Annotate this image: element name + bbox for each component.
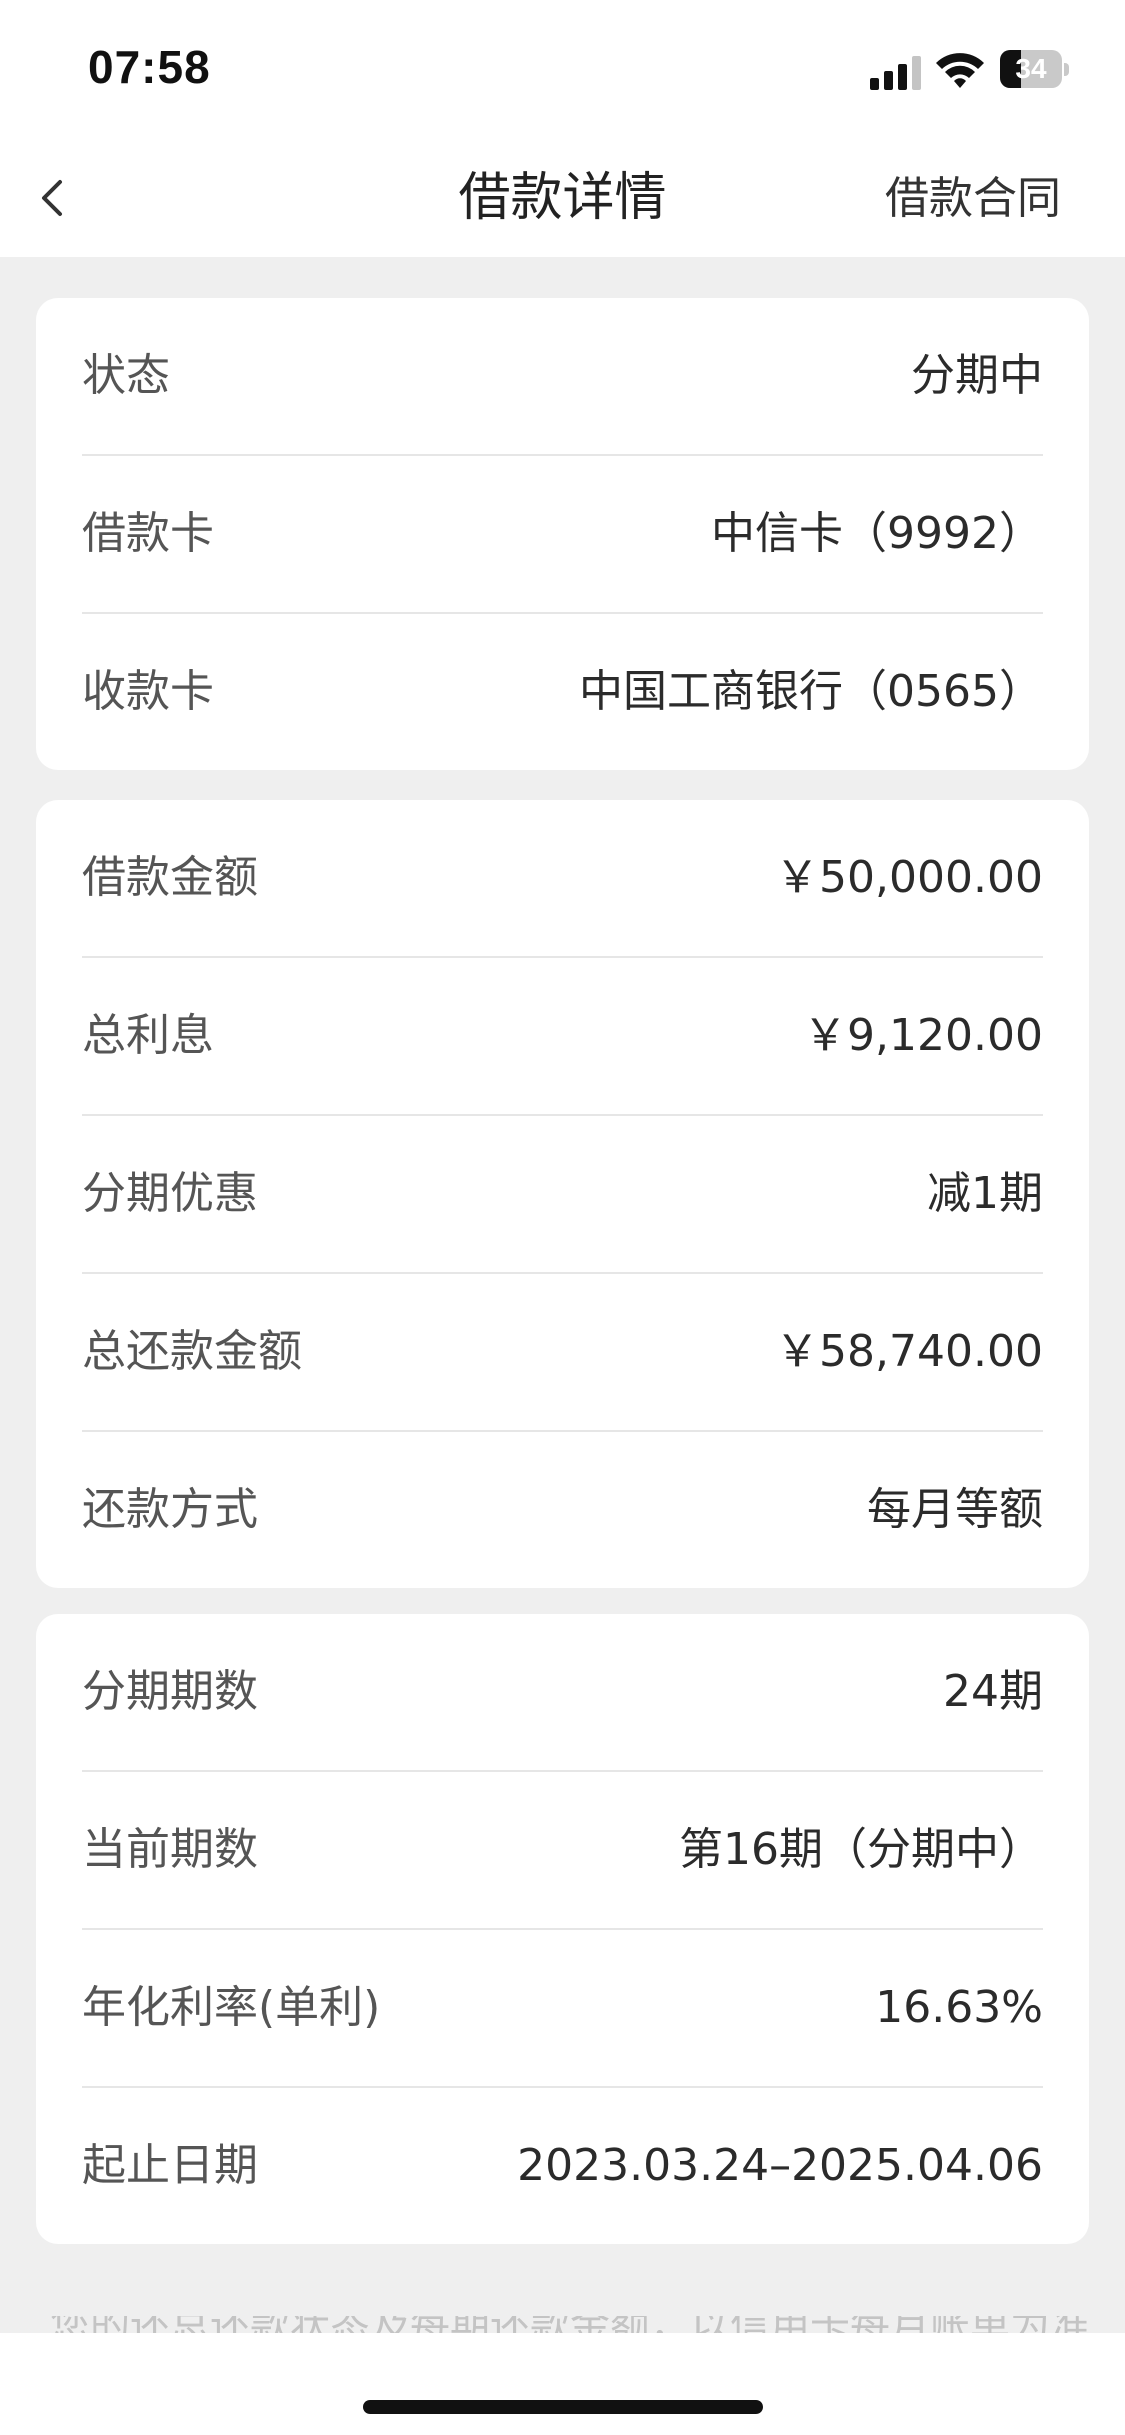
info-row-installment-discount: 分期优惠 减1期 xyxy=(82,1116,1043,1274)
info-row-loan-amount: 借款金额 ￥50,000.00 xyxy=(82,800,1043,958)
row-value: 减1期 xyxy=(927,1168,1043,1219)
row-value: ￥58,740.00 xyxy=(775,1326,1043,1377)
row-value: 中信卡（9992） xyxy=(711,508,1043,559)
cellular-signal-icon xyxy=(870,56,921,90)
navigation-bar: 借款详情 借款合同 xyxy=(0,140,1125,257)
home-indicator[interactable] xyxy=(363,2400,763,2414)
card-installment-terms: 分期期数 24期 当前期数 第16期（分期中） 年化利率(单利) 16.63% … xyxy=(36,1614,1089,2244)
row-value: 24期 xyxy=(943,1666,1043,1717)
wifi-icon xyxy=(936,53,984,88)
back-chevron-icon[interactable] xyxy=(34,170,74,226)
status-time: 07:58 xyxy=(88,41,211,93)
row-label: 总还款金额 xyxy=(82,1326,302,1377)
row-label: 分期期数 xyxy=(82,1666,258,1717)
info-row-annual-rate: 年化利率(单利) 16.63% xyxy=(82,1930,1043,2088)
row-value: 2023.03.24–2025.04.06 xyxy=(517,2140,1043,2191)
row-value: ￥9,120.00 xyxy=(803,1010,1043,1061)
battery-icon: 34 xyxy=(1000,50,1070,90)
row-label: 分期优惠 xyxy=(82,1168,258,1219)
info-row-date-range: 起止日期 2023.03.24–2025.04.06 xyxy=(82,2088,1043,2244)
row-label: 还款方式 xyxy=(82,1484,258,1535)
row-label: 总利息 xyxy=(82,1010,214,1061)
info-row-receiving-card: 收款卡 中国工商银行（0565） xyxy=(82,614,1043,770)
info-row-loan-card: 借款卡 中信卡（9992） xyxy=(82,456,1043,614)
row-label: 年化利率(单利) xyxy=(82,1982,381,2033)
row-value: 第16期（分期中） xyxy=(679,1824,1043,1875)
card-loan-amounts: 借款金额 ￥50,000.00 总利息 ￥9,120.00 分期优惠 减1期 总… xyxy=(36,800,1089,1588)
info-row-repayment-method: 还款方式 每月等额 xyxy=(82,1432,1043,1588)
loan-contract-link[interactable]: 借款合同 xyxy=(885,140,1061,257)
row-value: 中国工商银行（0565） xyxy=(579,666,1043,717)
info-row-current-installment: 当前期数 第16期（分期中） xyxy=(82,1772,1043,1930)
row-label: 借款卡 xyxy=(82,508,214,559)
status-bar: 07:58 34 xyxy=(0,0,1125,140)
row-label: 起止日期 xyxy=(82,2140,258,2191)
battery-percentage: 34 xyxy=(1015,53,1047,84)
info-row-installment-count: 分期期数 24期 xyxy=(82,1614,1043,1772)
row-value: 16.63% xyxy=(875,1982,1043,2033)
row-value: 每月等额 xyxy=(867,1484,1043,1535)
row-label: 当前期数 xyxy=(82,1824,258,1875)
home-indicator-area xyxy=(0,2333,1125,2435)
info-row-total-repayment: 总还款金额 ￥58,740.00 xyxy=(82,1274,1043,1432)
card-loan-status: 状态 分期中 借款卡 中信卡（9992） 收款卡 中国工商银行（0565） xyxy=(36,298,1089,770)
row-value: 分期中 xyxy=(911,350,1043,401)
row-value: ￥50,000.00 xyxy=(775,852,1043,903)
row-label: 状态 xyxy=(82,350,170,401)
info-row-status: 状态 分期中 xyxy=(82,298,1043,456)
row-label: 借款金额 xyxy=(82,852,258,903)
row-label: 收款卡 xyxy=(82,666,214,717)
info-row-total-interest: 总利息 ￥9,120.00 xyxy=(82,958,1043,1116)
